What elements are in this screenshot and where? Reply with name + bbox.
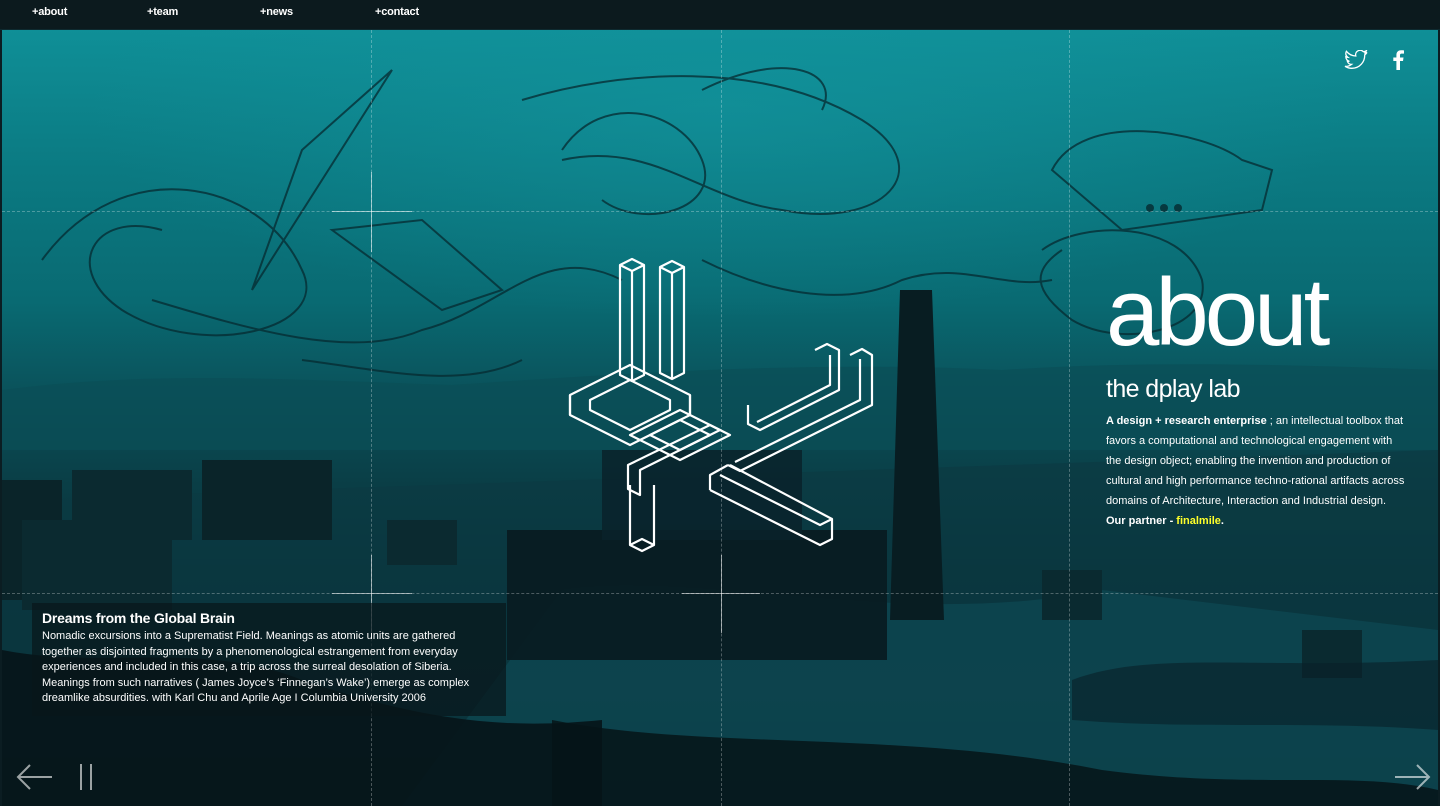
partner-label: Our partner - xyxy=(1106,515,1177,527)
facebook-icon[interactable] xyxy=(1392,50,1404,70)
slide-caption: Dreams from the Global Brain Nomadic exc… xyxy=(32,603,506,716)
pause-icon[interactable] xyxy=(78,762,94,792)
dplay-logo xyxy=(568,257,874,553)
about-description: A design + research enterprise ; an inte… xyxy=(1106,411,1406,511)
crosshair xyxy=(721,555,722,633)
crosshair xyxy=(332,593,412,594)
grid-line xyxy=(2,211,1438,212)
about-heading: about xyxy=(1106,259,1330,366)
social-links xyxy=(1344,50,1404,70)
arrow-left-icon[interactable] xyxy=(16,763,54,791)
about-panel: about the dplay lab A design + research … xyxy=(1106,265,1406,531)
crosshair xyxy=(332,211,412,212)
crosshair xyxy=(371,172,372,252)
about-subheading: the dplay lab xyxy=(1106,375,1241,403)
caption-title: Dreams from the Global Brain xyxy=(42,610,235,626)
partner-line: Our partner - finalmile. xyxy=(1106,511,1406,531)
caption-body: Nomadic excursions into a Suprematist Fi… xyxy=(42,630,470,704)
partner-link[interactable]: finalmile xyxy=(1176,515,1221,527)
arrow-right-icon[interactable] xyxy=(1393,763,1431,791)
top-navigation: +about +team +news +contact xyxy=(0,0,1440,30)
nav-link-contact[interactable]: +contact xyxy=(375,6,419,18)
grid-line xyxy=(1069,30,1070,806)
about-body: ; an intellectual toolbox that favors a … xyxy=(1106,415,1405,507)
about-lead: A design + research enterprise xyxy=(1106,415,1267,427)
nav-link-news[interactable]: +news xyxy=(260,6,293,18)
nav-link-about[interactable]: +about xyxy=(32,6,67,18)
nav-link-team[interactable]: +team xyxy=(147,6,178,18)
twitter-icon[interactable] xyxy=(1344,50,1368,70)
partner-suffix: . xyxy=(1220,515,1224,527)
